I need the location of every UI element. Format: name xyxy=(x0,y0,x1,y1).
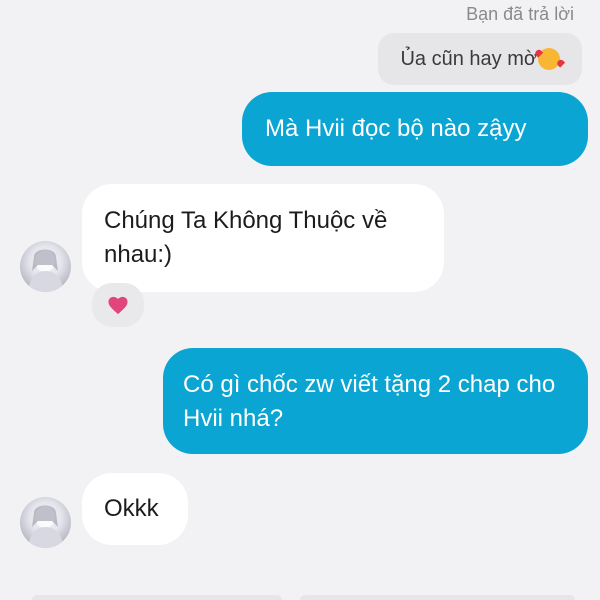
outgoing-message-bubble[interactable]: Có gì chốc zw viết tặng 2 chap cho Hvii … xyxy=(163,348,588,454)
incoming-message-bubble[interactable]: Chúng Ta Không Thuộc về nhau:) xyxy=(82,184,444,292)
chat-thread: Bạn đã trả lời Ủa cũn hay mờ Mà Hvii đọc… xyxy=(0,0,600,600)
message-text: Mà Hvii đọc bộ nào zậyy xyxy=(265,115,527,142)
message-text: Chúng Ta Không Thuộc về nhau:) xyxy=(104,207,388,268)
avatar[interactable] xyxy=(20,241,71,292)
incoming-message-bubble[interactable]: Okkk xyxy=(82,473,188,545)
reaction-badge[interactable] xyxy=(92,283,144,327)
heart-icon xyxy=(108,296,128,315)
message-text: Có gì chốc zw viết tặng 2 chap cho Hvii … xyxy=(183,371,556,432)
avatar[interactable] xyxy=(20,497,71,548)
quoted-message-bubble[interactable]: Ủa cũn hay mờ xyxy=(378,33,582,85)
avatar-image xyxy=(28,249,64,292)
avatar-image xyxy=(28,505,64,548)
next-item-edge xyxy=(300,595,575,600)
outgoing-message-bubble[interactable]: Mà Hvii đọc bộ nào zậyy xyxy=(242,92,588,166)
quoted-message-text: Ủa cũn hay mờ xyxy=(400,47,537,70)
reply-label: Bạn đã trả lời xyxy=(466,4,574,24)
message-text: Okkk xyxy=(104,495,159,522)
smiling-face-with-hearts-icon xyxy=(538,48,560,70)
next-item-edge xyxy=(32,595,282,600)
